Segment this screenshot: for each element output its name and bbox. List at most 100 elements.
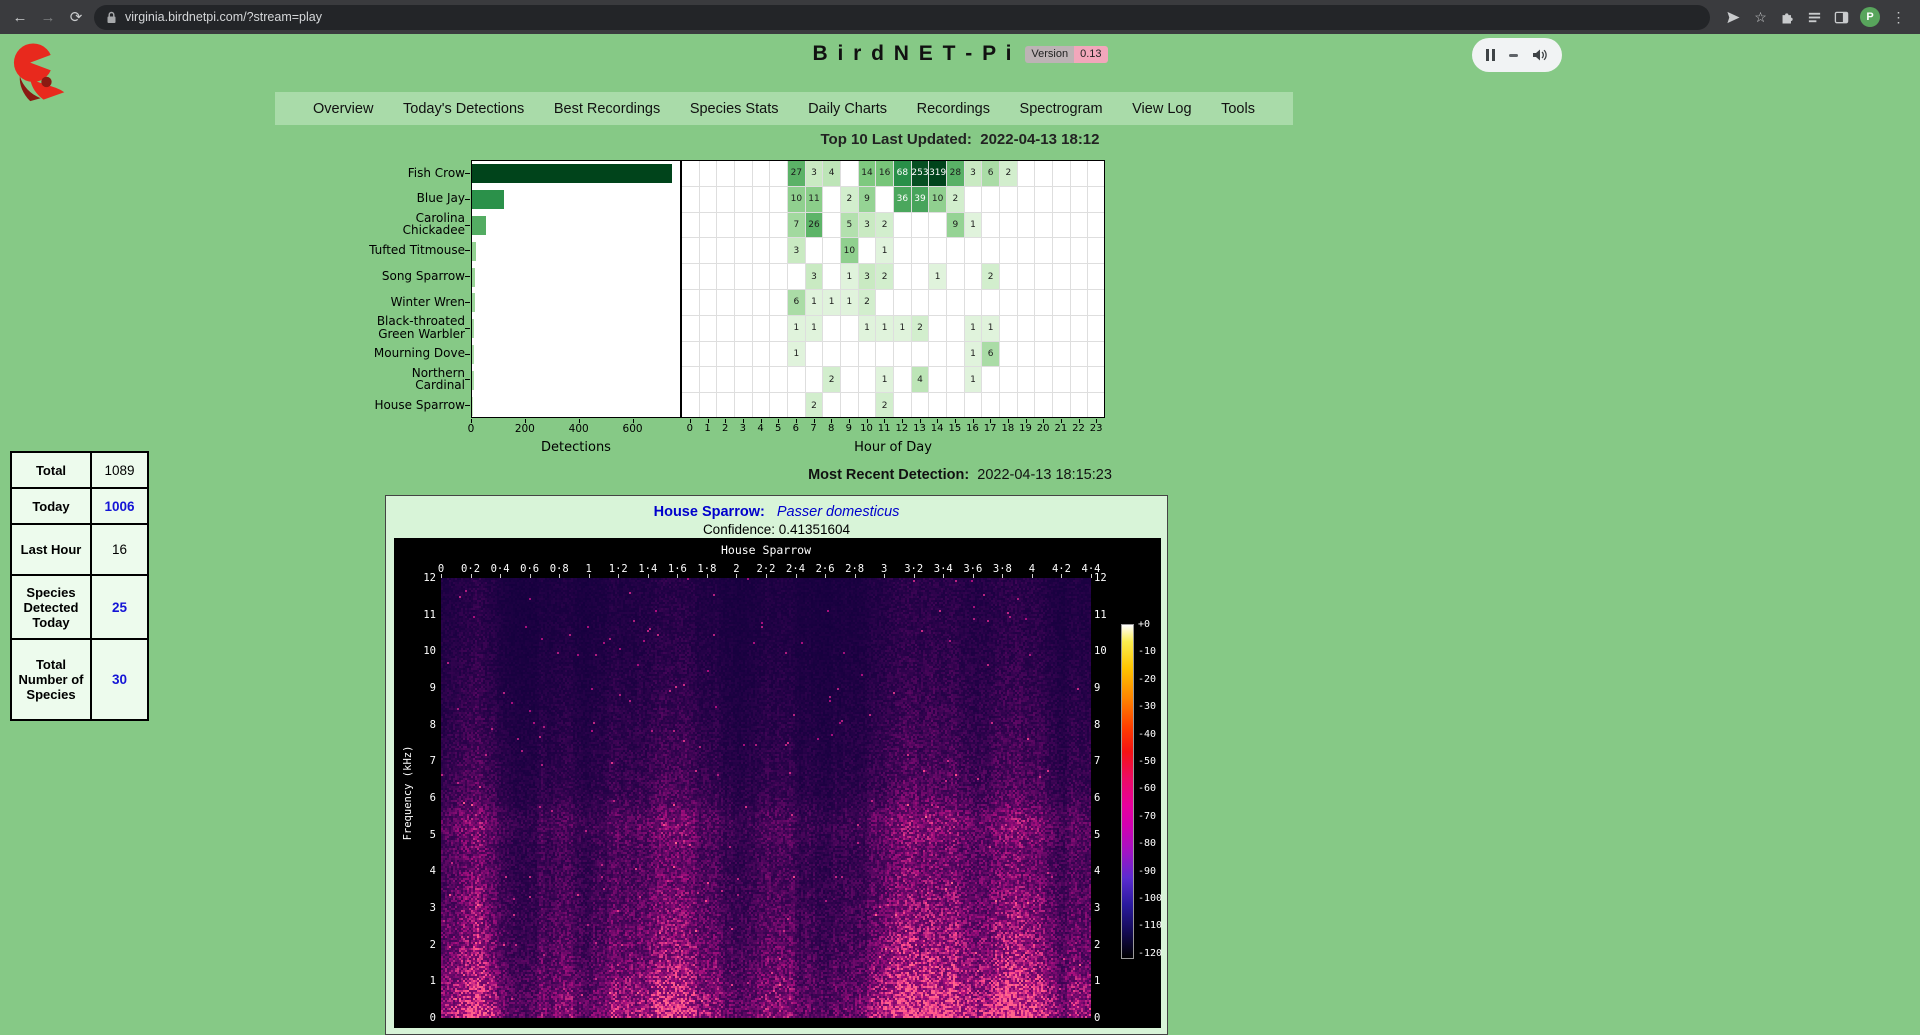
heat-cell (753, 187, 771, 213)
stat-link-today[interactable]: 1006 (104, 499, 134, 514)
heat-cell: 28 (947, 161, 965, 187)
heat-cell (1088, 187, 1105, 213)
heat-cell: 1 (823, 290, 841, 316)
heat-cell (717, 342, 735, 368)
address-bar[interactable]: virginia.birdnetpi.com/?stream=play (94, 5, 1710, 30)
spec-freq-tick-left: 10 (394, 645, 436, 657)
heat-cell (770, 316, 788, 342)
heat-cell (1035, 290, 1053, 316)
heat-cell (1053, 393, 1071, 418)
stat-label: Last Hour (11, 524, 91, 575)
heat-cell: 1 (806, 290, 824, 316)
nav-item-overview[interactable]: Overview (313, 101, 373, 117)
heat-cell: 2 (947, 187, 965, 213)
bar-tick-mark (579, 419, 580, 423)
side-panel-button[interactable] (1828, 10, 1855, 25)
heat-cell (753, 161, 771, 187)
heat-cell: 14 (859, 161, 877, 187)
species-label-winter-wren: Winter Wren (351, 289, 465, 315)
heat-cell: 3 (788, 238, 806, 264)
heat-cell (717, 264, 735, 290)
heat-cell (770, 238, 788, 264)
nav-item-recordings[interactable]: Recordings (917, 101, 990, 117)
browser-menu-button[interactable]: ⋮ (1885, 9, 1912, 26)
heat-cell (929, 342, 947, 368)
heat-cell (947, 367, 965, 393)
hour-tick-label: 6 (793, 423, 799, 434)
species-latin-link[interactable]: Passer domesticus (777, 504, 900, 520)
nav-item-species-stats[interactable]: Species Stats (690, 101, 779, 117)
spec-freq-tick-left: 5 (394, 829, 436, 841)
back-button[interactable]: ← (6, 9, 34, 26)
spec-time-tick-mark (559, 574, 560, 578)
heat-cell: 2 (912, 316, 930, 342)
nav-item-spectrogram[interactable]: Spectrogram (1020, 101, 1103, 117)
heat-cell: 2 (806, 393, 824, 418)
spec-time-tick-mark (677, 574, 678, 578)
nav-item-view-log[interactable]: View Log (1132, 101, 1191, 117)
bookmark-button[interactable]: ☆ (1747, 9, 1774, 26)
spec-time-tick-mark (441, 574, 442, 578)
heat-cell (1071, 238, 1089, 264)
heat-cell (682, 213, 700, 239)
stats-row-species-detected-today: Species Detected Today25 (11, 575, 148, 639)
nav-item-daily-charts[interactable]: Daily Charts (808, 101, 887, 117)
species-common-link[interactable]: House Sparrow: (654, 504, 765, 520)
heat-cell (894, 393, 912, 418)
species-label-house-sparrow: House Sparrow (351, 392, 465, 418)
profile-avatar[interactable]: P (1860, 7, 1880, 27)
stat-link-species-detected-today[interactable]: 25 (112, 600, 127, 615)
heat-cell (947, 238, 965, 264)
bar-plot (471, 160, 681, 418)
hour-tick-mark (1079, 419, 1080, 423)
share-button[interactable] (1720, 10, 1747, 25)
reload-button[interactable]: ⟳ (62, 8, 90, 26)
hour-tick-mark (690, 419, 691, 423)
nav-item-tools[interactable]: Tools (1221, 101, 1255, 117)
heat-cell (806, 238, 824, 264)
hour-tick-mark (920, 419, 921, 423)
colorbar-tick: -100 (1138, 893, 1162, 904)
spec-freq-tick-right: 9 (1094, 682, 1124, 694)
heat-cell: 7 (788, 213, 806, 239)
heatmap-plot: 2734141668253319283621011293639102726532… (681, 160, 1105, 418)
heat-cell: 1 (841, 264, 859, 290)
nav-item-best-recordings[interactable]: Best Recordings (554, 101, 660, 117)
heat-cell (894, 290, 912, 316)
heat-cell (1071, 342, 1089, 368)
stat-link-total-number-of-species[interactable]: 30 (112, 672, 127, 687)
heat-cell (947, 264, 965, 290)
heat-cell (770, 290, 788, 316)
forward-button[interactable]: → (34, 9, 62, 26)
heat-cell (1000, 238, 1018, 264)
heat-cell (841, 161, 859, 187)
heat-cell (806, 342, 824, 368)
heat-cell (982, 367, 1000, 393)
heat-cell: 1 (965, 367, 983, 393)
pause-icon[interactable] (1486, 49, 1495, 61)
heat-cell: 10 (788, 187, 806, 213)
detections-bar-song-sparrow (472, 268, 475, 287)
spec-freq-tick-right: 1 (1094, 975, 1124, 987)
extensions-button[interactable] (1774, 10, 1801, 25)
heat-cell (753, 316, 771, 342)
heat-cell (1071, 187, 1089, 213)
detections-bar-tufted-titmouse (472, 242, 476, 261)
hour-tick-mark (884, 419, 885, 423)
audio-player[interactable] (1472, 38, 1562, 72)
heat-cell (735, 367, 753, 393)
top10-value: 2022-04-13 18:12 (980, 131, 1099, 148)
y-tick (465, 199, 470, 200)
spec-time-tick-mark (855, 574, 856, 578)
spec-time-tick-mark (766, 574, 767, 578)
heat-cell (876, 290, 894, 316)
colorbar-tick: -110 (1138, 920, 1162, 931)
heat-cell: 9 (947, 213, 965, 239)
hour-tick-mark (814, 419, 815, 423)
spec-time-tick-mark (530, 574, 531, 578)
heat-cell (1018, 290, 1036, 316)
nav-item-today-s-detections[interactable]: Today's Detections (403, 101, 524, 117)
reading-list-button[interactable] (1801, 10, 1828, 25)
speaker-icon[interactable] (1532, 48, 1548, 62)
heat-cell (1035, 264, 1053, 290)
